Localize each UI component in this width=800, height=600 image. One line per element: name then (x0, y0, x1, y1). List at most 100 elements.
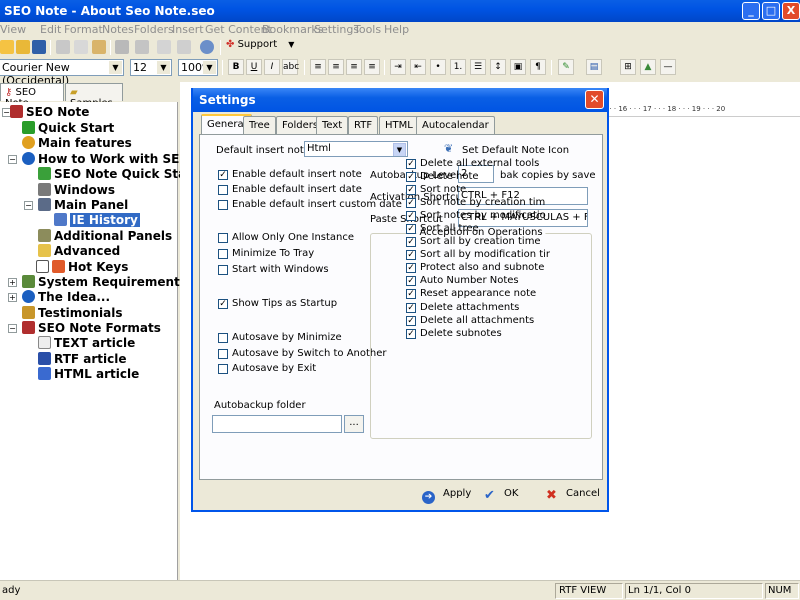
underline-button[interactable]: U (246, 59, 262, 75)
align-left-icon[interactable]: ≡ (310, 59, 326, 75)
checkbox[interactable]: ✓ (406, 185, 416, 195)
tab-text[interactable]: Text (316, 116, 349, 134)
tree-item[interactable]: Testimonials (22, 306, 122, 320)
tab-autocalendar[interactable]: Autocalendar (416, 116, 495, 134)
apply-button[interactable]: ➔ Apply (422, 488, 471, 508)
checkbox[interactable] (218, 200, 228, 210)
checkbox[interactable]: ✓ (406, 250, 416, 260)
bullets-icon[interactable]: • (430, 59, 446, 75)
new-note-icon[interactable] (0, 40, 14, 54)
checkbox[interactable]: ✓ (406, 289, 416, 299)
checkbox[interactable]: ✓ (406, 276, 416, 286)
list-icon[interactable]: ☰ (470, 59, 486, 75)
checkbox[interactable]: ✓ (406, 198, 416, 208)
tab-html[interactable]: HTML (379, 116, 419, 134)
tree-item[interactable]: Windows (38, 183, 115, 197)
tree-item[interactable]: Quick Start (22, 121, 114, 135)
checkbox[interactable]: ✓ (218, 299, 228, 309)
cancel-button[interactable]: ✖ Cancel (545, 488, 600, 508)
expand-icon[interactable]: + (8, 278, 17, 287)
outdent-icon[interactable]: ⇤ (410, 59, 426, 75)
undo-icon[interactable] (115, 40, 129, 54)
tree-item[interactable]: System Requirements (22, 275, 187, 289)
checkbox[interactable] (218, 265, 228, 275)
checkbox[interactable] (218, 349, 228, 359)
tree-item[interactable]: Additional Panels (38, 229, 172, 243)
tree-item[interactable]: The Idea... (22, 290, 110, 304)
checkbox[interactable] (218, 249, 228, 259)
menu-insert[interactable]: Insert (172, 23, 204, 36)
browse-button[interactable]: ... (344, 415, 364, 433)
tree-item[interactable]: RTF article (38, 352, 127, 366)
checkbox[interactable]: ✓ (406, 303, 416, 313)
table-icon[interactable]: ⊞ (620, 59, 636, 75)
numbering-icon[interactable]: 1. (450, 59, 466, 75)
justify-icon[interactable]: ≡ (364, 59, 380, 75)
tab-tree[interactable]: Tree (243, 116, 276, 134)
spacing-icon[interactable]: ↕ (490, 59, 506, 75)
menu-format[interactable]: Format (64, 23, 103, 36)
highlight-icon[interactable]: ✎ (558, 59, 574, 75)
checkbox[interactable]: ✓ (218, 170, 228, 180)
checkbox[interactable] (218, 233, 228, 243)
italic-button[interactable]: I (264, 59, 280, 75)
checkbox[interactable]: ✓ (406, 159, 416, 169)
support-button[interactable]: ✤ Support ▼ (226, 39, 294, 56)
font-size-select[interactable]: 12 ▼ (130, 59, 172, 76)
checkbox[interactable]: ✓ (406, 329, 416, 339)
close-window-button[interactable]: X (782, 2, 800, 20)
picture-icon[interactable]: ▲ (640, 59, 656, 75)
zoom-select[interactable]: 100% ▼ (178, 59, 218, 76)
tree-item[interactable]: Main Panel (38, 198, 128, 212)
tab-rtf[interactable]: RTF (348, 116, 379, 134)
minimize-button[interactable]: _ (742, 2, 760, 20)
tab-seo-note[interactable]: ⚷ SEO Note (0, 83, 64, 109)
checkbox[interactable]: ✓ (406, 316, 416, 326)
autobackup-folder-input[interactable] (212, 415, 342, 433)
tree-item[interactable]: TEXT article (38, 336, 135, 350)
collapse-icon[interactable]: − (8, 324, 17, 333)
menu-folders[interactable]: Folders (134, 23, 174, 36)
tree-item[interactable]: SEO Note Formats (22, 321, 161, 335)
checkbox[interactable] (218, 185, 228, 195)
checkbox[interactable] (218, 364, 228, 374)
checkbox[interactable]: ✓ (406, 211, 416, 221)
menu-settings[interactable]: Settings (314, 23, 359, 36)
tree-item[interactable]: HTML article (38, 367, 139, 381)
font-select[interactable]: Courier New (Occidental) ▼ (0, 59, 124, 87)
save-icon[interactable] (32, 40, 46, 54)
cut-icon[interactable] (56, 40, 70, 54)
menu-edit[interactable]: Edit (40, 23, 61, 36)
menu-tools[interactable]: Tools (354, 23, 381, 36)
redo-icon[interactable] (135, 40, 149, 54)
checkbox[interactable]: ✓ (406, 263, 416, 273)
tree-item[interactable]: SEO Note (10, 105, 89, 119)
align-right-icon[interactable]: ≡ (346, 59, 362, 75)
line-icon[interactable]: — (660, 59, 676, 75)
paste-icon[interactable] (92, 40, 106, 54)
tree-item[interactable]: Hot Keys (36, 260, 128, 274)
set-icon-link[interactable]: Set Default Note Icon (462, 145, 569, 156)
menu-notes[interactable]: Notes (102, 23, 134, 36)
tree-item[interactable]: Main features (22, 136, 132, 150)
collapse-icon[interactable]: − (24, 201, 33, 210)
checkbox[interactable] (218, 333, 228, 343)
globe-icon[interactable] (200, 40, 214, 54)
image-icon[interactable]: ▣ (510, 59, 526, 75)
checkbox[interactable]: ✓ (406, 237, 416, 247)
paragraph-icon[interactable]: ¶ (530, 59, 546, 75)
tree-item[interactable]: IE History (54, 213, 140, 227)
text-color-icon[interactable]: ▤ (586, 59, 602, 75)
indent-icon[interactable]: ⇥ (390, 59, 406, 75)
tab-samples[interactable]: ▰ Samples (65, 83, 123, 109)
strikethrough-icon[interactable]: abc (282, 59, 299, 75)
maximize-button[interactable]: □ (762, 2, 780, 20)
expand-icon[interactable]: + (8, 293, 17, 302)
find-icon[interactable] (157, 40, 171, 54)
print-icon[interactable] (177, 40, 191, 54)
menu-help[interactable]: Help (384, 23, 409, 36)
checkbox[interactable]: ✓ (406, 172, 416, 182)
open-folder-icon[interactable] (16, 40, 30, 54)
default-insert-select[interactable]: Html ▼ (304, 141, 408, 157)
align-center-icon[interactable]: ≡ (328, 59, 344, 75)
